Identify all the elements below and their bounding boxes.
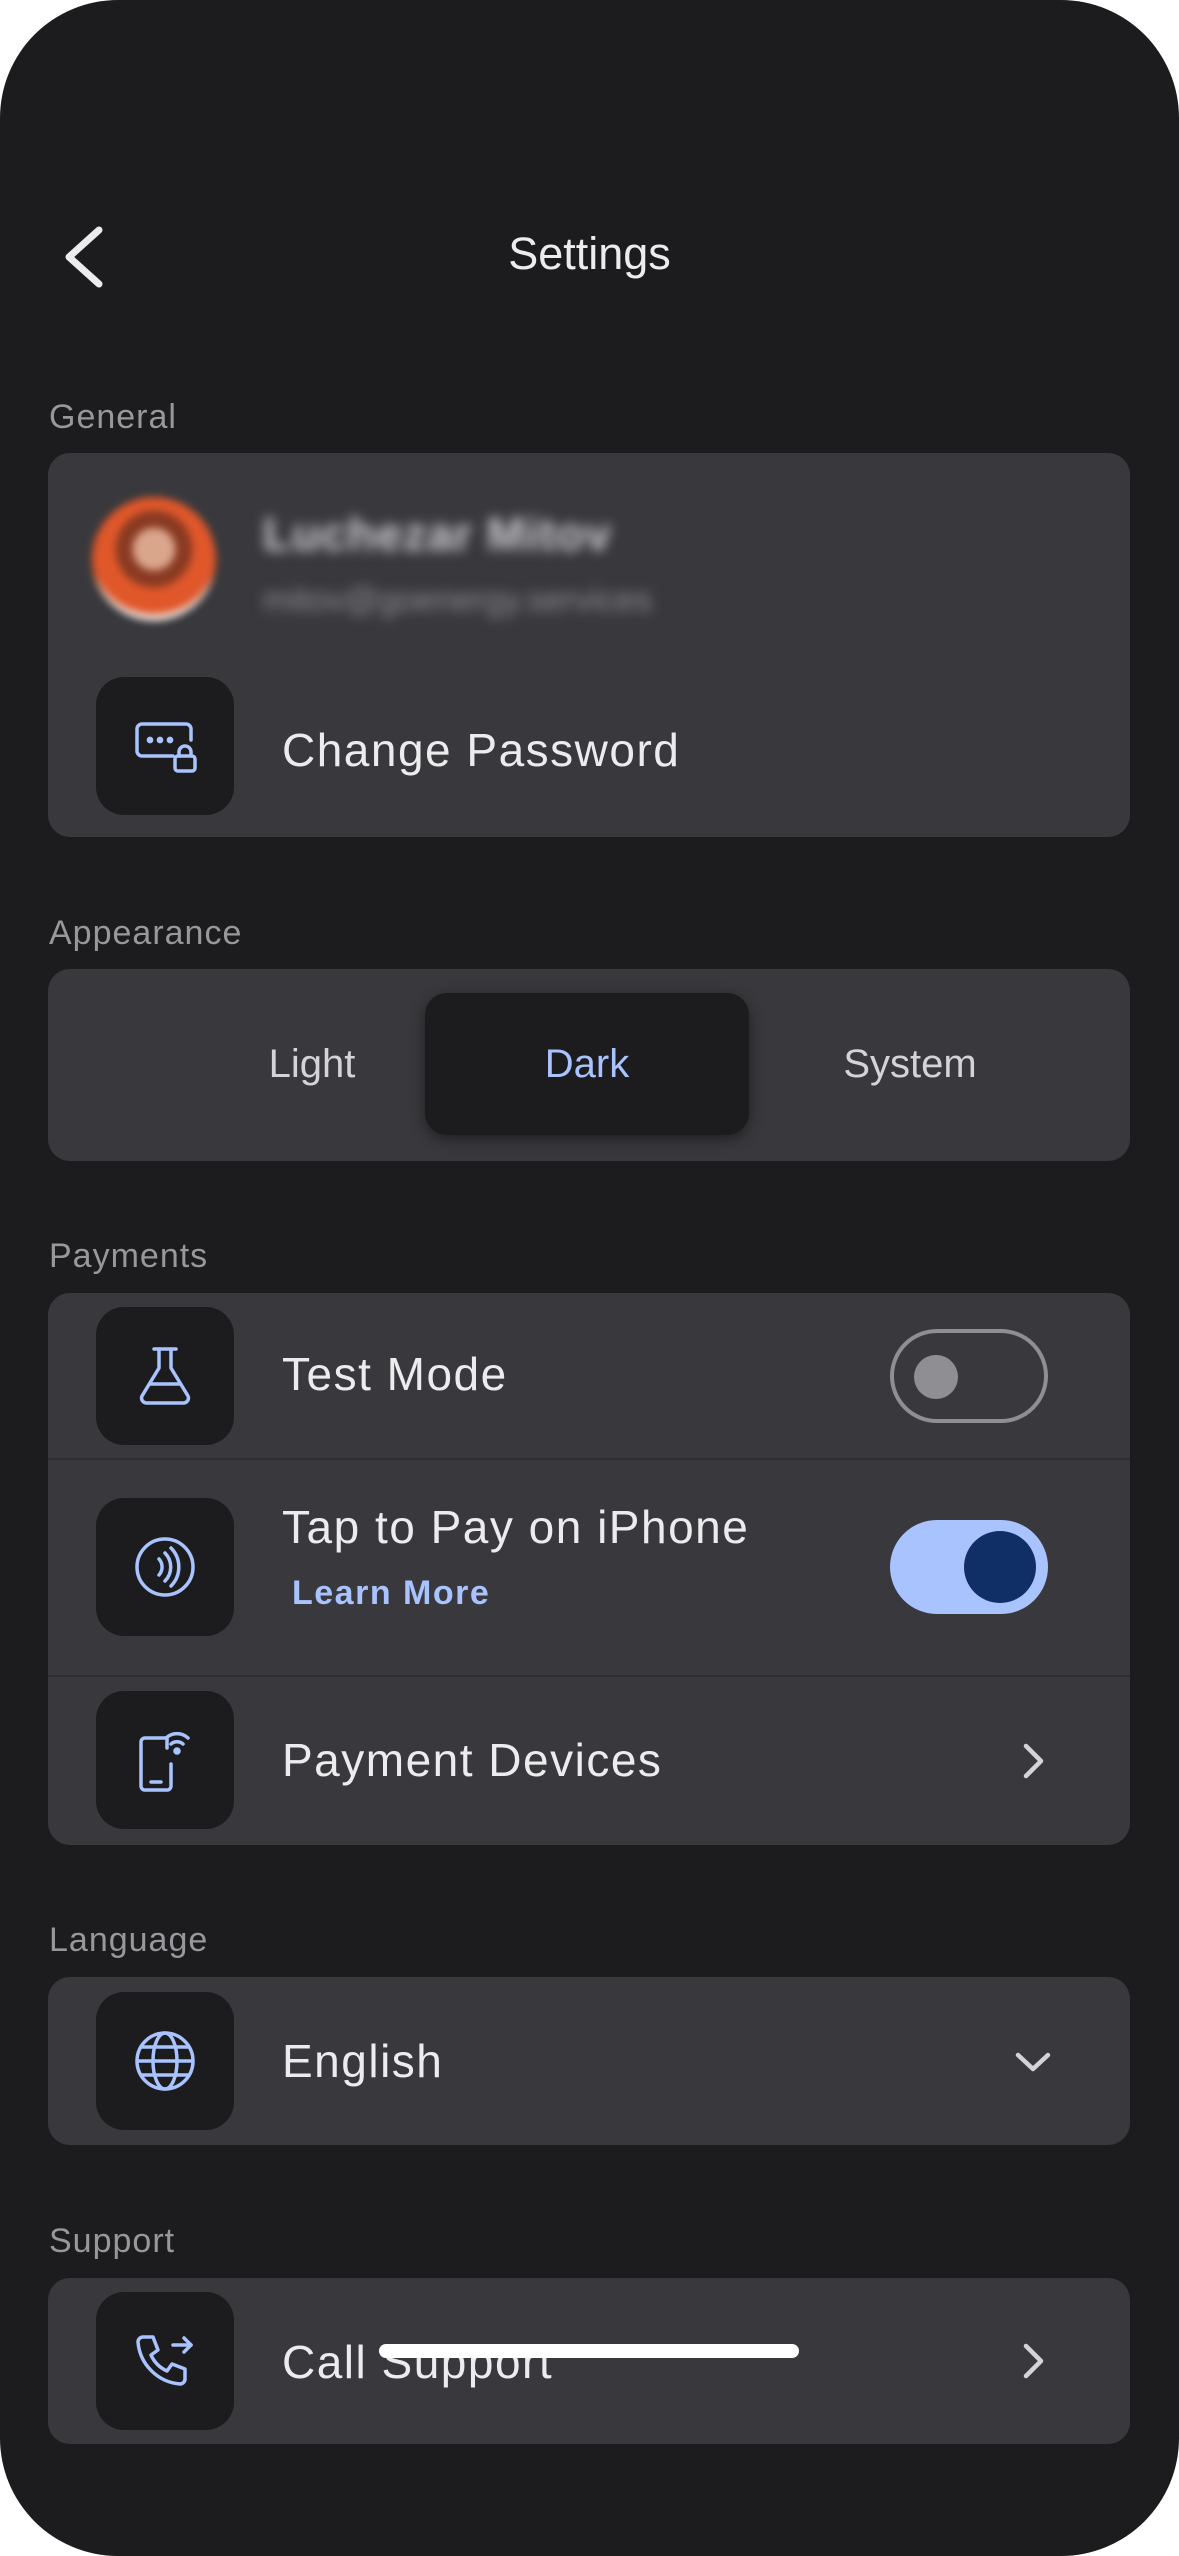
appearance-option-system[interactable]: System: [748, 993, 1072, 1135]
section-label-payments: Payments: [49, 1237, 209, 1275]
language-card: English: [48, 1977, 1130, 2145]
tap-to-pay-row: Tap to Pay on iPhone Learn More: [48, 1460, 1130, 1675]
learn-more-link[interactable]: Learn More: [292, 1574, 490, 1613]
settings-screen: Settings General Luchezar Mitov mitov@go…: [0, 0, 1179, 2556]
change-password-label: Change Password: [282, 724, 681, 776]
payments-card: Test Mode Tap to Pay on iPhone Learn Mor…: [48, 1293, 1130, 1845]
contactless-icon: [96, 1498, 234, 1636]
support-card: Call Support: [48, 2278, 1130, 2444]
page-title: Settings: [508, 228, 671, 279]
payment-devices-label: Payment Devices: [282, 1734, 663, 1786]
section-label-support: Support: [49, 2222, 176, 2260]
section-label-general: General: [49, 398, 177, 436]
appearance-option-dark[interactable]: Dark: [425, 993, 749, 1135]
test-mode-label: Test Mode: [282, 1348, 508, 1400]
chevron-right-icon: [1023, 1743, 1044, 1779]
tap-to-pay-toggle[interactable]: [890, 1520, 1048, 1614]
section-label-language: Language: [49, 1921, 209, 1959]
home-indicator: [379, 2344, 799, 2358]
profile-row[interactable]: Luchezar Mitov mitov@goenergy.services: [48, 453, 1130, 665]
general-card: Luchezar Mitov mitov@goenergy.services C…: [48, 453, 1130, 837]
test-mode-toggle[interactable]: [890, 1329, 1048, 1423]
payment-devices-row[interactable]: Payment Devices: [48, 1677, 1130, 1845]
avatar: [92, 497, 216, 621]
section-label-appearance: Appearance: [49, 914, 243, 952]
phone-wireless-icon: [96, 1691, 234, 1829]
globe-icon: [96, 1992, 234, 2130]
password-lock-icon: [96, 677, 234, 815]
chevron-down-icon: [1015, 2052, 1051, 2072]
test-mode-row: Test Mode: [48, 1293, 1130, 1458]
language-select[interactable]: English: [48, 1977, 1130, 2145]
profile-email: mitov@goenergy.services: [263, 581, 653, 619]
chevron-right-icon: [1023, 2343, 1044, 2379]
tap-to-pay-label: Tap to Pay on iPhone: [282, 1501, 750, 1553]
change-password-row[interactable]: Change Password: [48, 665, 1130, 837]
language-value: English: [282, 2035, 444, 2087]
flask-icon: [96, 1307, 234, 1445]
phone-call-icon: [96, 2292, 234, 2430]
call-support-row[interactable]: Call Support: [48, 2278, 1130, 2444]
profile-name: Luchezar Mitov: [263, 508, 612, 560]
appearance-segmented-control: Light Dark System: [48, 969, 1130, 1161]
